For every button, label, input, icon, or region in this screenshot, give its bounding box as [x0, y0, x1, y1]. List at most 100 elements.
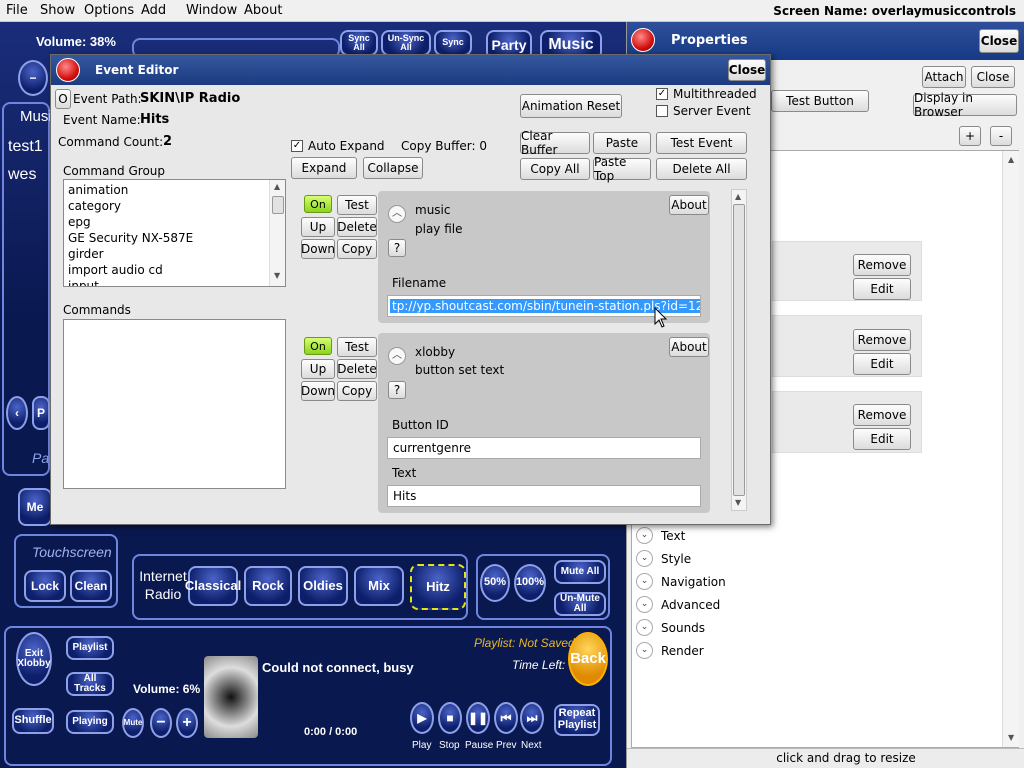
list-item[interactable]: GE Security NX-587E [68, 231, 193, 245]
cmd2-about-button[interactable]: About [669, 337, 709, 357]
genre-hitz-button[interactable]: Hitz [410, 564, 466, 610]
display-in-browser-button[interactable]: Display in Browser [913, 91, 1017, 119]
play-button[interactable]: ▶ [410, 702, 434, 734]
animation-reset-button[interactable]: Animation Reset [520, 94, 622, 118]
cmd1-help-button[interactable]: ? [388, 239, 406, 257]
list-item[interactable]: girder [68, 247, 104, 261]
section-style[interactable]: ⌄ Style [636, 550, 691, 567]
volume-100-button[interactable]: 100% [514, 564, 546, 602]
volume-50-button[interactable]: 50% [480, 564, 510, 602]
cmd2-up-button[interactable]: Up [301, 359, 335, 379]
remove-button-2[interactable]: Remove [853, 329, 911, 351]
section-text[interactable]: ⌄ Text [636, 527, 685, 544]
back-button[interactable]: Back [568, 632, 608, 686]
server-event-checkbox[interactable] [656, 105, 668, 117]
menu-options[interactable]: Options [84, 3, 134, 18]
section-advanced[interactable]: ⌄ Advanced [636, 596, 720, 613]
cmd1-down-button[interactable]: Down [301, 239, 335, 259]
command-group-scrollbar[interactable]: ▲ ▼ [269, 180, 285, 286]
clean-button[interactable]: Clean [70, 570, 112, 602]
menu-window[interactable]: Window [186, 3, 237, 18]
edit-button-3[interactable]: Edit [853, 428, 911, 450]
remove-button-3[interactable]: Remove [853, 404, 911, 426]
mute-all-button[interactable]: Mute All [554, 560, 606, 584]
page-prev-button[interactable]: ‹ [6, 396, 28, 430]
properties-close2-button[interactable]: Close [971, 66, 1015, 88]
pause-button[interactable]: ❚❚ [466, 702, 490, 734]
edit-button-2[interactable]: Edit [853, 353, 911, 375]
resize-status[interactable]: click and drag to resize [627, 748, 1024, 768]
cmd1-copy-button[interactable]: Copy [337, 239, 377, 259]
mute-button[interactable]: Mute [122, 708, 144, 738]
add-button[interactable]: + [959, 126, 981, 146]
list-item[interactable]: animation [68, 183, 128, 197]
page-button[interactable]: P [32, 396, 50, 430]
sync-button[interactable]: Sync [434, 30, 472, 56]
scroll-thumb[interactable] [272, 196, 284, 214]
section-render[interactable]: ⌄ Render [636, 642, 704, 659]
genre-mix-button[interactable]: Mix [354, 566, 404, 606]
list-item[interactable]: import audio cd [68, 263, 163, 277]
remove-small-button[interactable]: - [990, 126, 1012, 146]
cmd1-on-toggle[interactable]: On [304, 195, 332, 213]
menu-add[interactable]: Add [141, 3, 166, 18]
menu-about[interactable]: About [244, 3, 282, 18]
unmute-all-button[interactable]: Un-Mute All [554, 592, 606, 616]
command-group-list[interactable]: animation category epg GE Security NX-58… [63, 179, 286, 287]
paste-top-button[interactable]: Paste Top [593, 155, 651, 183]
cmd2-test-button[interactable]: Test [337, 337, 377, 357]
cmd1-test-button[interactable]: Test [337, 195, 377, 215]
menu-show[interactable]: Show [40, 3, 75, 18]
list-item[interactable]: epg [68, 215, 91, 229]
genre-classical-button[interactable]: Classical [185, 566, 241, 606]
volume-minus-button[interactable]: − [18, 60, 48, 96]
properties-close-button[interactable]: Close [979, 29, 1019, 53]
cmd2-button-id-field[interactable]: currentgenre [387, 437, 701, 459]
commands-list[interactable] [63, 319, 286, 489]
collapse-button[interactable]: Collapse [363, 157, 423, 179]
playlist-button[interactable]: Playlist [66, 636, 114, 660]
edit-button-1[interactable]: Edit [853, 278, 911, 300]
copy-all-button[interactable]: Copy All [520, 158, 590, 180]
cmd1-delete-button[interactable]: Delete [337, 217, 377, 237]
cmd1-about-button[interactable]: About [669, 195, 709, 215]
prev-button[interactable]: ⏮ [494, 702, 518, 734]
shuffle-button[interactable]: Shuffle [12, 708, 54, 734]
volume-down-button[interactable]: − [150, 708, 172, 738]
all-tracks-button[interactable]: All Tracks [66, 672, 114, 696]
auto-expand-checkbox[interactable]: ✓ [291, 140, 303, 152]
section-sounds[interactable]: ⌄ Sounds [636, 619, 705, 636]
cmd1-up-button[interactable]: Up [301, 217, 335, 237]
properties-scrollbar[interactable]: ▲ ▼ [1002, 151, 1019, 747]
cmd2-delete-button[interactable]: Delete [337, 359, 377, 379]
collapse-icon[interactable]: ︿ [388, 347, 406, 365]
genre-oldies-button[interactable]: Oldies [298, 566, 348, 606]
list-item[interactable]: input [68, 279, 99, 286]
stop-button[interactable]: ■ [438, 702, 462, 734]
attach-button[interactable]: Attach [922, 66, 966, 88]
collapse-icon[interactable]: ︿ [388, 205, 406, 223]
playing-button[interactable]: Playing [66, 710, 114, 734]
section-navigation[interactable]: ⌄ Navigation [636, 573, 726, 590]
delete-all-button[interactable]: Delete All [656, 158, 747, 180]
lock-button[interactable]: Lock [24, 570, 66, 602]
unsync-all-button[interactable]: Un-Sync All [381, 30, 431, 56]
user-item-test1[interactable]: test1 [8, 138, 43, 156]
test-button-button[interactable]: Test Button [771, 90, 869, 112]
repeat-playlist-button[interactable]: Repeat Playlist [554, 704, 600, 736]
genre-rock-button[interactable]: Rock [244, 566, 292, 606]
paste-button[interactable]: Paste [593, 132, 651, 154]
test-event-button[interactable]: Test Event [656, 132, 747, 154]
me-button[interactable]: Me [18, 488, 52, 526]
cmd2-down-button[interactable]: Down [301, 381, 335, 401]
user-item-wes[interactable]: wes [8, 166, 36, 184]
commands-scrollbar[interactable]: ▲ ▼ [731, 189, 747, 511]
cmd2-copy-button[interactable]: Copy [337, 381, 377, 401]
volume-up-button[interactable]: + [176, 708, 198, 738]
remove-button-1[interactable]: Remove [853, 254, 911, 276]
cmd2-on-toggle[interactable]: On [304, 337, 332, 355]
next-button[interactable]: ⏭ [520, 702, 544, 734]
open-path-button[interactable]: O [55, 89, 71, 109]
cmd2-help-button[interactable]: ? [388, 381, 406, 399]
sync-all-button[interactable]: Sync All [340, 30, 378, 56]
